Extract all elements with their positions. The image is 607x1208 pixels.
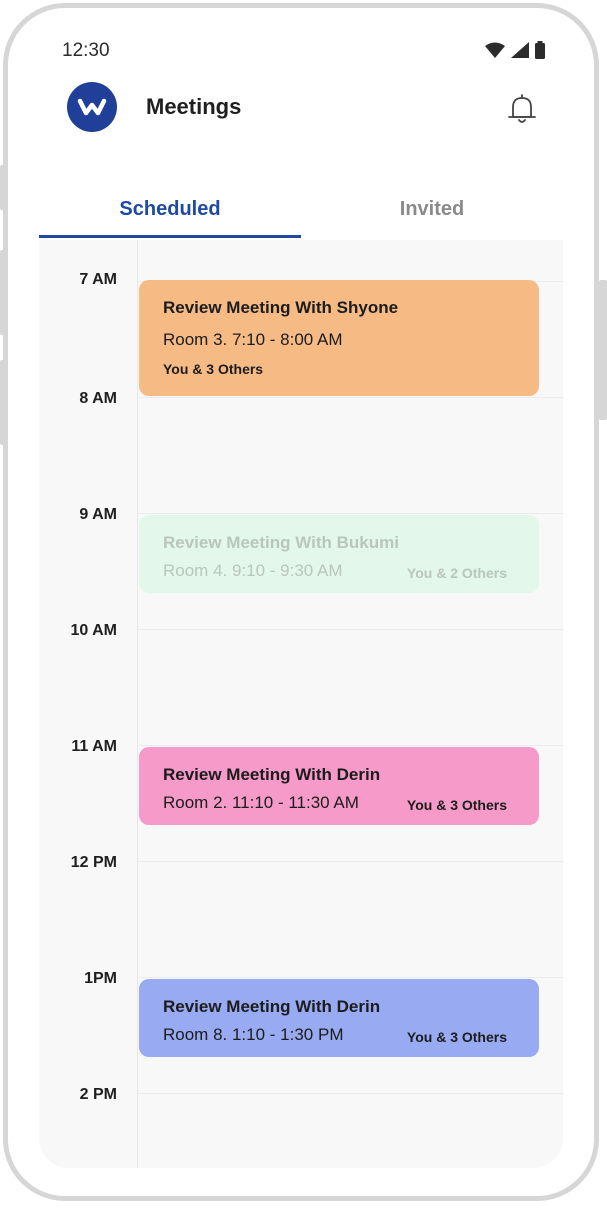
meeting-room-time: Room 4. 9:10 - 9:30 AM bbox=[163, 561, 343, 580]
meeting-card[interactable]: Review Meeting With Derin Room 2. 11:10 … bbox=[139, 747, 539, 825]
hour-label: 8 AM bbox=[79, 390, 117, 407]
tab-scheduled[interactable]: Scheduled bbox=[39, 198, 301, 221]
meeting-attendees: You & 3 Others bbox=[406, 1029, 507, 1045]
meeting-title: Review Meeting With Derin bbox=[163, 765, 381, 784]
meeting-room-time: Room 2. 11:10 - 11:30 AM bbox=[163, 793, 359, 812]
hour-line bbox=[137, 861, 563, 862]
hour-label: 12 PM bbox=[70, 854, 117, 871]
hour-line bbox=[137, 1093, 563, 1094]
app-logo-icon bbox=[67, 82, 117, 132]
meeting-title: Review Meeting With Derin bbox=[163, 997, 381, 1016]
battery-icon bbox=[535, 41, 545, 59]
status-icons bbox=[485, 40, 545, 60]
meeting-card[interactable]: Review Meeting With Derin Room 8. 1:10 -… bbox=[139, 979, 539, 1057]
side-button-right bbox=[599, 280, 607, 420]
hour-label: 10 AM bbox=[70, 622, 117, 639]
hour-line bbox=[137, 745, 563, 746]
meeting-room-time: Room 8. 1:10 - 1:30 PM bbox=[163, 1025, 344, 1044]
meeting-room-time: Room 3. 7:10 - 8:00 AM bbox=[163, 330, 343, 349]
hour-label: 11 AM bbox=[71, 738, 117, 755]
bell-icon bbox=[508, 94, 536, 123]
meeting-card[interactable]: Review Meeting With Bukumi Room 4. 9:10 … bbox=[139, 515, 539, 593]
wifi-icon bbox=[485, 42, 505, 58]
meeting-title: Review Meeting With Shyone bbox=[163, 298, 399, 317]
hour-label: 7 AM bbox=[79, 271, 117, 288]
hour-line bbox=[137, 629, 563, 630]
notification-button[interactable] bbox=[504, 91, 540, 127]
active-tab-indicator bbox=[39, 235, 301, 238]
hour-line bbox=[137, 397, 563, 398]
meeting-attendees: You & 2 Others bbox=[406, 565, 507, 581]
calendar-day-view[interactable]: 7 AM 8 AM 9 AM 10 AM 11 AM 12 PM 1PM 2 P… bbox=[39, 240, 563, 1168]
meeting-attendees: You & 3 Others bbox=[406, 797, 507, 813]
time-column-divider bbox=[137, 240, 138, 1168]
page-title: Meetings bbox=[146, 94, 242, 119]
tab-bar: Scheduled Invited bbox=[39, 185, 563, 240]
hour-line bbox=[137, 513, 563, 514]
cellular-icon bbox=[511, 42, 529, 58]
tab-invited[interactable]: Invited bbox=[301, 198, 563, 221]
meeting-card[interactable]: Review Meeting With Shyone Room 3. 7:10 … bbox=[139, 280, 539, 396]
hour-label: 9 AM bbox=[79, 506, 117, 523]
hour-line bbox=[137, 977, 563, 978]
meeting-title: Review Meeting With Bukumi bbox=[163, 533, 399, 552]
status-time: 12:30 bbox=[62, 40, 110, 61]
meeting-attendees: You & 3 Others bbox=[163, 361, 264, 377]
hour-label: 2 PM bbox=[79, 1086, 117, 1103]
hour-label: 1PM bbox=[84, 970, 117, 987]
